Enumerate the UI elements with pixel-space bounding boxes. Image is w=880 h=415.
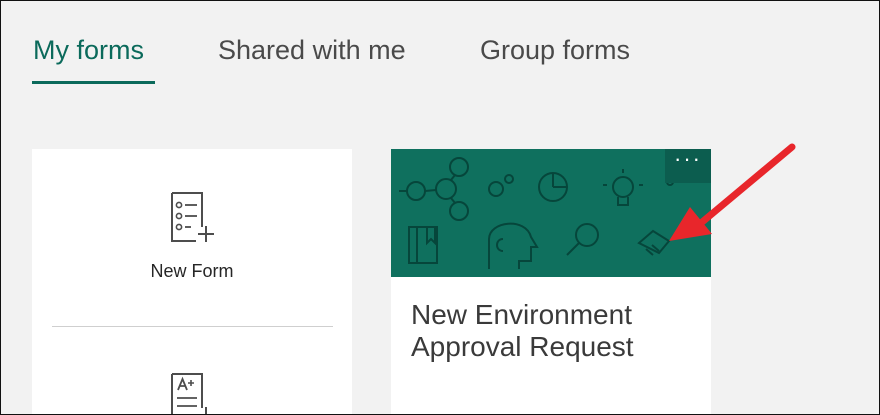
active-tab-indicator bbox=[32, 81, 155, 84]
tab-my-forms[interactable]: My forms bbox=[33, 35, 144, 66]
more-options-icon: ··· bbox=[674, 149, 702, 171]
new-form-button[interactable]: New Form bbox=[32, 149, 352, 324]
banner-pattern bbox=[399, 157, 691, 269]
tab-group-forms[interactable]: Group forms bbox=[480, 35, 630, 66]
forms-page: My forms Shared with me Group forms New … bbox=[0, 0, 880, 415]
form-title: New Environment Approval Request bbox=[411, 299, 634, 362]
new-form-icon bbox=[171, 192, 214, 242]
more-options-button[interactable]: ··· bbox=[665, 149, 711, 183]
form-card[interactable]: ··· New Environment Approval Request bbox=[391, 149, 711, 414]
form-card-banner: ··· bbox=[391, 149, 711, 277]
new-quiz-button[interactable] bbox=[32, 327, 352, 414]
new-item-tile: New Form bbox=[32, 149, 352, 414]
tab-shared-with-me[interactable]: Shared with me bbox=[218, 35, 406, 66]
new-form-label: New Form bbox=[150, 261, 234, 281]
new-quiz-icon bbox=[171, 373, 207, 414]
tab-bar: My forms Shared with me Group forms bbox=[1, 1, 879, 101]
